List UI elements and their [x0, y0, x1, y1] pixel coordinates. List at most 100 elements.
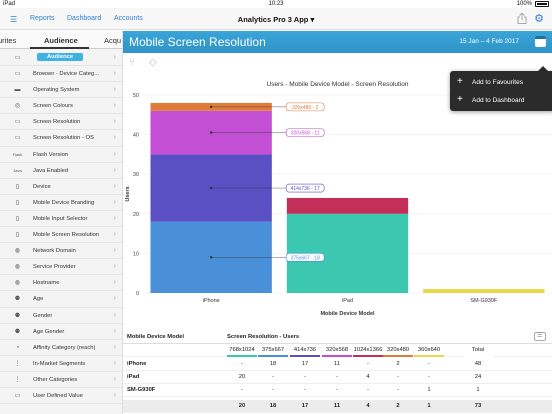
sidebar-item-label: Other Categories: [33, 376, 78, 383]
sidebar-item-label: Flash Version: [33, 151, 69, 158]
table-row[interactable]: SM-G930F - - - - - - 1 1: [123, 384, 552, 397]
table-row[interactable]: 768x1024 375x667 414x736 320x568 1024x1366 32…: [123, 344, 552, 357]
calendar-icon[interactable]: [535, 36, 546, 47]
sidebar-item-label: Age: [33, 296, 44, 303]
table-cell: 18: [269, 403, 277, 409]
table-cell: 73: [474, 403, 482, 409]
sidebar-item[interactable]: ▭ Screen Resolution - OS ›: [0, 130, 122, 147]
sidebar-item[interactable]: ▭ Screen Resolution ›: [0, 114, 122, 131]
sidebar-item[interactable]: ◔ Affinity Category (reach) ›: [0, 340, 122, 356]
table-cell: -: [367, 361, 369, 367]
tab-underline: [30, 47, 89, 49]
people-icon: ⚉: [14, 296, 21, 303]
sidebar-item[interactable]: ◍ Network Domain ›: [0, 243, 122, 260]
sidebar-item[interactable]: ◎ Screen Colours ›: [0, 98, 122, 115]
sidebar-item[interactable]: ▭ Audience ›: [0, 50, 122, 67]
chevron-right-icon: ›: [113, 359, 116, 367]
table-cell: 320x480: [386, 347, 410, 353]
chevron-right-icon: ›: [113, 343, 116, 351]
sidebar-item[interactable]: ⋮ In-Market Segments ›: [0, 356, 122, 372]
y-tick-label: 0: [136, 291, 139, 297]
sidebar-item[interactable]: ▯ Mobile Screen Resolution ›: [0, 227, 122, 244]
sidebar-item[interactable]: ◍ Hostname ›: [0, 275, 122, 292]
tab-acquisition[interactable]: Acqu: [104, 36, 121, 45]
user-icon: ▭: [14, 392, 21, 399]
sidebar-item[interactable]: Flash Flash Version ›: [0, 147, 122, 163]
table-cell: 1: [427, 403, 431, 409]
sidebar-item[interactable]: ▯ Device ›: [0, 179, 122, 195]
tab-favourites[interactable]: urites: [0, 36, 16, 45]
chevron-right-icon: ›: [113, 86, 116, 94]
sidebar-item-label: In-Market Segments: [33, 360, 86, 367]
sidebar-item[interactable]: ▯ Mobile Input Selector ›: [0, 211, 122, 228]
table-cell: 17: [301, 403, 309, 409]
mobile-icon: ▯: [15, 199, 20, 206]
sidebar-item-label: Mobile Input Selector: [33, 215, 88, 222]
sidebar-item-label: Screen Resolution - OS: [33, 135, 94, 142]
sidebar-item-label: User Defined Value: [33, 392, 83, 399]
chevron-right-icon: ›: [113, 150, 116, 158]
table-cell: -: [367, 387, 369, 393]
palette-icon: ◎: [14, 103, 21, 110]
column-color-strip: [227, 355, 257, 357]
date-range[interactable]: 15 Jan – 4 Feb 2017: [459, 38, 519, 45]
table-cell: -: [336, 374, 338, 380]
table-options-icon[interactable]: [534, 332, 546, 341]
table-cell: -: [428, 361, 430, 367]
sidebar-item[interactable]: Java Java Enabled ›: [0, 163, 122, 179]
chevron-right-icon: ›: [113, 102, 116, 110]
sidebar-item-label: Gender: [33, 312, 53, 319]
sidebar-item[interactable]: ⚉ Gender ›: [0, 308, 122, 324]
sidebar-item[interactable]: ▯ Mobile Device Branding ›: [0, 195, 122, 211]
table-row[interactable]: iPad 20 - - - 4 - - 24: [123, 371, 552, 384]
chevron-right-icon: ›: [113, 214, 116, 222]
table-cell: -: [336, 387, 338, 393]
tab-audience[interactable]: Audience: [44, 36, 78, 45]
sidebar-item-label: Operating System: [33, 87, 80, 94]
table-cell: 320x568: [325, 347, 349, 353]
add-to-dashboard-label: Add to Dashboard: [472, 97, 525, 104]
nav-bar: ☰ Reports Dashboard Accounts Analytics P…: [0, 8, 552, 30]
segments-icon: ⋮: [14, 376, 21, 383]
fork-icon[interactable]: ⑂: [129, 57, 135, 68]
table-cell: 2: [396, 403, 400, 409]
table-row[interactable]: 20 18 17 11 4 2 1 73: [123, 400, 552, 413]
report-header: Mobile Screen Resolution 15 Jan – 4 Feb …: [123, 31, 552, 53]
data-label: 320x480 - 2: [292, 105, 319, 111]
column-color-strip: [414, 355, 444, 357]
browser-icon: ▭: [14, 71, 21, 78]
sidebar-item[interactable]: ⚉ Age Gender ›: [0, 324, 122, 340]
app-title[interactable]: Analytics Pro 3 App ▾: [0, 15, 552, 24]
table-cell: -: [272, 374, 274, 380]
table-cell: 1: [427, 387, 431, 393]
sidebar-item[interactable]: ▬ Operating System ›: [0, 82, 122, 99]
sidebar-item[interactable]: ▭ User Defined Value ›: [0, 388, 122, 405]
table-cell: 24: [474, 374, 482, 380]
gear-icon[interactable]: ⚙: [534, 12, 544, 25]
chevron-right-icon: ›: [113, 391, 116, 399]
chevron-right-icon: ›: [113, 247, 116, 255]
sidebar-item[interactable]: ⋮ Other Categories ›: [0, 372, 122, 388]
data-table: Mobile Device Model Screen Resolution - …: [123, 331, 552, 414]
column-color-strip: [322, 355, 352, 357]
sidebar-list: ▭ Audience › ▭ Browser - Device Categ... › ▬ Op…: [0, 50, 122, 405]
table-cell: 11: [333, 403, 341, 409]
chevron-right-icon: ›: [113, 134, 116, 142]
java-icon: Java: [13, 167, 22, 173]
add-to-dashboard-item[interactable]: + Add to Dashboard: [450, 92, 552, 110]
chevron-right-icon: ›: [113, 118, 116, 126]
sidebar-item[interactable]: ◍ Service Provider ›: [0, 259, 122, 276]
sidebar-item[interactable]: ▭ Browser - Device Categ... ›: [0, 66, 122, 83]
plus-icon: +: [457, 76, 463, 87]
share-icon[interactable]: [517, 13, 527, 24]
y-tick-label: 20: [133, 212, 139, 218]
tag-icon[interactable]: ◇: [149, 57, 157, 68]
add-to-favourites-item[interactable]: + Add to Favourites: [450, 74, 552, 92]
battery-icon: [535, 1, 549, 7]
chevron-right-icon: ›: [113, 231, 116, 239]
sidebar-item[interactable]: ⚉ Age ›: [0, 291, 122, 308]
table-row[interactable]: iPhone - 18 17 11 - 2 - 48: [123, 358, 552, 371]
chart-svg: 0 10 20 30 40 50 Users iPhone iPad SM-G930F Mobile…: [125, 93, 552, 317]
table-cell: -: [241, 361, 243, 367]
x-tick-label: iPhone: [203, 298, 220, 304]
